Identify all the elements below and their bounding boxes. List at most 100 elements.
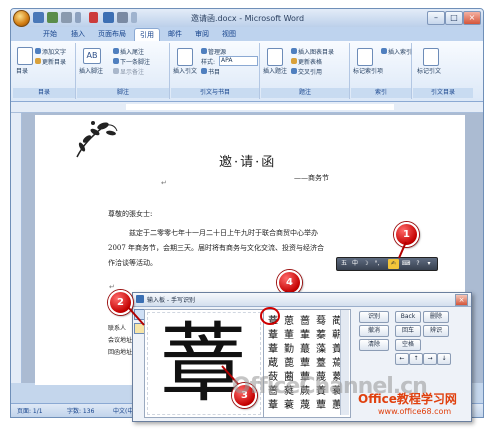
tab-references[interactable]: 引用 <box>134 28 160 42</box>
right-arrow-button[interactable]: → <box>423 353 437 365</box>
group-label-footnotes: 脚注 <box>77 88 169 98</box>
doc-reply-fragment: 回函地址 <box>108 349 133 356</box>
ime-punctuation-icon[interactable]: °, <box>372 259 382 269</box>
pad-close-button[interactable]: × <box>455 294 468 306</box>
pad-app-icon <box>136 295 144 303</box>
group-label-citations: 引文与书目 <box>171 88 259 98</box>
insert-endnote-icon <box>113 48 119 54</box>
update-toc-icon <box>35 58 41 64</box>
site-url: www.office68.com <box>378 407 452 416</box>
candidate-char[interactable]: 蔁 <box>266 326 280 341</box>
minimize-button[interactable]: – <box>427 11 445 25</box>
insert-citation-icon <box>177 48 193 66</box>
candidate-char[interactable]: 葸 <box>282 312 296 327</box>
recognize-button[interactable]: 识别 <box>359 311 389 323</box>
show-notes-button[interactable]: 显示备注 <box>120 67 144 76</box>
mark-citation-icon <box>423 48 439 66</box>
tab-page-layout[interactable]: 页面布局 <box>95 28 129 41</box>
close-button[interactable]: × <box>463 11 481 25</box>
tab-view[interactable]: 视图 <box>218 28 240 41</box>
candidate-char[interactable]: 蕞 <box>298 340 312 355</box>
tab-insert[interactable]: 插入 <box>67 28 89 41</box>
mark-entry-button[interactable]: 标记索引项 <box>353 66 383 75</box>
vertical-ruler[interactable] <box>11 113 22 383</box>
doc-body-line-1: 兹定于二零零七年十一月二十日上午九时于联合商贸中心举办 <box>129 229 318 237</box>
insert-caption-button[interactable]: 插入题注 <box>263 66 287 75</box>
next-footnote-button[interactable]: 下一条脚注 <box>120 57 150 66</box>
save-icon[interactable] <box>33 12 44 23</box>
manage-sources-icon <box>201 48 207 54</box>
qat-dropdown-icon[interactable] <box>75 12 81 23</box>
down-arrow-button[interactable]: ↓ <box>437 353 451 365</box>
up-arrow-button[interactable]: ↑ <box>409 353 423 365</box>
ime-toolbar[interactable]: 五 中 ☽ °, ✍ ⌨ ? ▾ <box>336 257 438 271</box>
candidate-char[interactable]: 葷 <box>298 326 312 341</box>
candidate-char[interactable]: 蓁 <box>314 326 328 341</box>
insert-footnote-button[interactable]: 插入脚注 <box>79 66 103 75</box>
toc-button[interactable]: 目录 <box>16 66 28 75</box>
cancel-button[interactable]: 撤消 <box>359 325 389 337</box>
cross-reference-icon <box>291 68 297 74</box>
next-footnote-icon <box>113 58 119 64</box>
tab-mailings[interactable]: 邮件 <box>164 28 186 41</box>
insert-citation-button[interactable]: 插入引文 <box>173 66 197 75</box>
candidate-char[interactable]: 蓖 <box>282 354 296 369</box>
mark-citation-button[interactable]: 标记引文 <box>417 66 441 75</box>
update-toc-button[interactable]: 更新目录 <box>42 57 66 66</box>
left-arrow-button[interactable]: ← <box>395 353 409 365</box>
ime-chinese-icon[interactable]: 中 <box>350 259 360 269</box>
candidate-scrollbar[interactable] <box>340 310 349 415</box>
tab-review[interactable]: 审阅 <box>191 28 213 41</box>
ribbon: 目录 添加文字 更新目录 目录 AB 插入脚注 插入尾注 下一条脚注 显示备注 … <box>11 41 483 102</box>
insert-index-button[interactable]: 插入索引 <box>388 47 412 56</box>
print-icon[interactable] <box>117 12 128 23</box>
redo-icon[interactable] <box>61 12 72 23</box>
space-button[interactable]: 空格 <box>395 339 421 351</box>
candidate-char[interactable]: 董 <box>282 326 296 341</box>
doc-subtitle: ——商务节 <box>294 174 329 182</box>
ime-halfwidth-icon[interactable]: ☽ <box>361 259 371 269</box>
group-toa: 标记引文 引文目录 <box>413 43 473 99</box>
insert-table-of-figures-button[interactable]: 插入图表目录 <box>298 47 334 56</box>
maximize-button[interactable]: □ <box>445 11 463 25</box>
update-table-button[interactable]: 更新表格 <box>298 57 322 66</box>
cross-reference-button[interactable]: 交叉引用 <box>298 67 322 76</box>
customize-qat-icon[interactable] <box>131 12 137 23</box>
fixed-button[interactable]: 辨识 <box>423 325 449 337</box>
table-of-figures-icon <box>291 48 297 54</box>
office-button[interactable] <box>13 10 30 27</box>
status-page[interactable]: 页面: 1/1 <box>17 406 43 415</box>
candidate-char[interactable]: 蕈 <box>298 354 312 369</box>
group-captions: 插入题注 插入图表目录 更新表格 交叉引用 题注 <box>261 43 350 99</box>
candidate-char[interactable]: 勤 <box>282 340 296 355</box>
clear-button[interactable]: 清除 <box>359 339 389 351</box>
candidate-char[interactable]: 藻 <box>314 340 328 355</box>
candidate-char[interactable]: 蔷 <box>298 312 312 327</box>
candidate-char[interactable]: 蓦 <box>314 312 328 327</box>
delete-button[interactable]: 删除 <box>423 311 449 323</box>
manage-sources-button[interactable]: 管理源 <box>208 47 226 56</box>
group-label-toc: 目录 <box>13 88 75 98</box>
candidate-char[interactable]: 蔵 <box>266 354 280 369</box>
back-button[interactable]: Back <box>395 311 421 323</box>
style-dropdown[interactable]: APA <box>219 56 258 66</box>
ime-help-icon[interactable]: ? <box>413 259 423 269</box>
first-candidate-highlight <box>260 307 280 325</box>
undo-icon[interactable] <box>47 12 58 23</box>
doc-body-line-3: 作洽谈等活动。 <box>108 259 157 267</box>
ime-menu-icon[interactable]: ▾ <box>424 259 434 269</box>
add-text-button[interactable]: 添加文字 <box>42 47 66 56</box>
ime-wubi-icon[interactable]: 五 <box>339 259 349 269</box>
status-words[interactable]: 字数: 136 <box>67 406 94 415</box>
candidate-char[interactable]: 薹 <box>314 354 328 369</box>
enter-button[interactable]: 回车 <box>395 325 421 337</box>
insert-endnote-button[interactable]: 插入尾注 <box>120 47 144 56</box>
format-icon[interactable] <box>89 12 98 23</box>
bibliography-button[interactable]: 书目 <box>208 67 220 76</box>
pad-title-bar[interactable]: 输入板 - 手写识别 × <box>133 293 471 307</box>
tab-home[interactable]: 开始 <box>39 28 61 41</box>
candidate-char[interactable]: 蔁 <box>266 340 280 355</box>
email-icon[interactable] <box>103 12 114 23</box>
doc-salutation: 尊敬的張女士: <box>108 210 153 218</box>
doc-address-fragment: 会议地址 <box>108 337 133 344</box>
